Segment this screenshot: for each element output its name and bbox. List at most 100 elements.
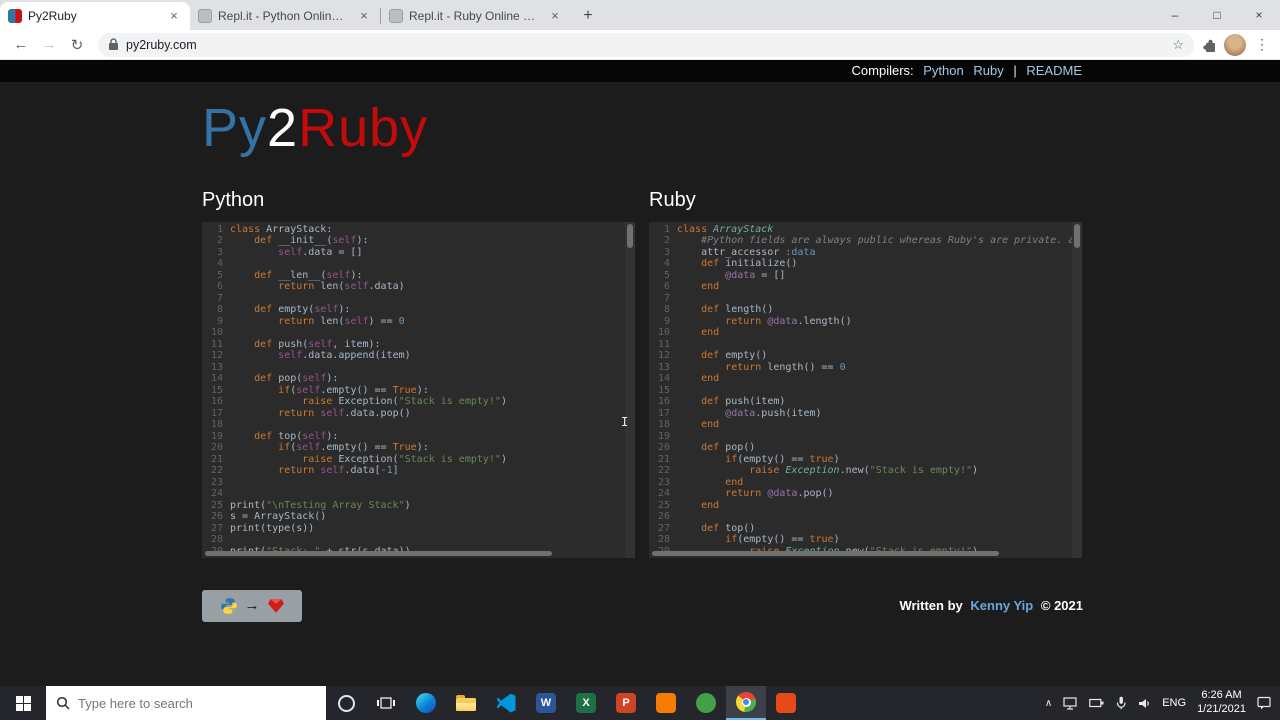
line-number: 4	[216, 258, 223, 270]
ruby-vertical-scrollbar[interactable]	[1072, 221, 1082, 558]
tab-close-icon[interactable]: ×	[547, 8, 563, 24]
code-line: raise Exception("Stack is empty!")	[302, 396, 507, 408]
code-line: return self.data.pop()	[278, 407, 411, 419]
ruby-codearea[interactable]: class ArrayStack #Python fields are alwa…	[677, 222, 1082, 558]
replit-favicon	[389, 9, 403, 23]
clock-date: 1/21/2021	[1197, 703, 1246, 715]
code-line: def top(self):	[254, 430, 339, 442]
taskbar-app-green[interactable]	[686, 686, 726, 720]
minimize-button[interactable]: –	[1154, 0, 1196, 30]
line-number: 2	[216, 235, 223, 247]
battery-icon[interactable]	[1089, 698, 1104, 708]
ruby-panel: Ruby 1 2 3 4 5 6 7 8 9 10 11 12 13 14 15 16 17 18 19 20 21 22…	[649, 189, 1082, 558]
extensions-puzzle-icon[interactable]	[1202, 37, 1218, 53]
line-number: 3	[216, 246, 223, 258]
ruby-editor[interactable]: 1 2 3 4 5 6 7 8 9 10 11 12 13 14 15 16 17 18 19 20 21 22 23 24 2…	[649, 221, 1082, 558]
python-vertical-scrollbar[interactable]	[625, 221, 635, 558]
code-line: #Python fields are always public whereas…	[701, 235, 1082, 247]
line-number: 17	[657, 407, 670, 419]
task-view-button[interactable]	[366, 686, 406, 720]
line-number: 23	[657, 476, 670, 488]
python-horizontal-scrollbar[interactable]	[202, 550, 625, 558]
reload-icon[interactable]: ↻	[64, 36, 90, 54]
line-number: 20	[210, 442, 223, 454]
python-codearea[interactable]: class ArrayStack: def __init__(self): se…	[230, 222, 635, 558]
lock-icon	[109, 38, 118, 50]
taskbar-app-word[interactable]: W	[526, 686, 566, 720]
forward-icon[interactable]: →	[36, 36, 62, 53]
start-button[interactable]	[0, 686, 46, 720]
python-gutter: 1 2 3 4 5 6 7 8 9 10 11 12 13 14 15 16 17 18 19 20 21 22 23 24 2…	[202, 222, 230, 558]
excel-icon: X	[576, 693, 596, 713]
author-link[interactable]: Kenny Yip	[970, 598, 1033, 613]
close-button[interactable]: ×	[1238, 0, 1280, 30]
readme-link[interactable]: README	[1026, 63, 1082, 78]
back-icon[interactable]: ←	[8, 36, 34, 53]
taskbar-app-file-explorer[interactable]	[446, 686, 486, 720]
code-line: def initialize()	[701, 258, 798, 270]
line-number: 6	[663, 281, 670, 293]
taskbar-app-edge[interactable]	[406, 686, 446, 720]
code-line: def empty(self):	[254, 304, 351, 316]
mouse-cursor-ibeam: I	[621, 415, 629, 429]
taskbar-search[interactable]	[46, 686, 326, 720]
volume-icon[interactable]	[1138, 697, 1151, 710]
hidden-icons-chevron[interactable]: ∧	[1045, 698, 1052, 709]
taskbar-clock[interactable]: 6:26 AM 1/21/2021	[1197, 689, 1246, 717]
tab-close-icon[interactable]: ×	[356, 8, 372, 24]
taskbar-app-orange[interactable]	[646, 686, 686, 720]
tab-replit-python[interactable]: Repl.it - Python Online Compiler ×	[190, 2, 380, 30]
browser-menu-icon[interactable]: ⋮	[1252, 36, 1272, 53]
edge-icon	[416, 693, 436, 713]
compilers-label: Compilers:	[851, 63, 914, 78]
code-line: return len(self) == 0	[278, 315, 405, 327]
maximize-button[interactable]: □	[1196, 0, 1238, 30]
line-number: 9	[663, 315, 670, 327]
profile-avatar[interactable]	[1224, 33, 1246, 56]
code-line: return self.data[-1]	[278, 465, 399, 477]
line-number: 20	[657, 442, 670, 454]
action-center-icon[interactable]	[1257, 696, 1272, 710]
code-line: def length()	[701, 304, 774, 316]
python-editor[interactable]: 1 2 3 4 5 6 7 8 9 10 11 12 13 14 15 16 17 18 19 20 21 22 23 24 2…	[202, 221, 635, 558]
taskbar-app-red[interactable]	[766, 686, 806, 720]
cortana-button[interactable]	[326, 686, 366, 720]
taskbar-app-excel[interactable]: X	[566, 686, 606, 720]
line-number: 18	[210, 419, 223, 431]
ruby-gem-icon	[267, 598, 284, 613]
new-tab-button[interactable]: +	[575, 3, 601, 29]
taskbar-app-powerpoint[interactable]: P	[606, 686, 646, 720]
ruby-horizontal-scrollbar[interactable]	[649, 550, 1072, 558]
code-line: def __init__(self):	[254, 235, 369, 247]
taskbar-app-vscode[interactable]	[486, 686, 526, 720]
bookmark-star-icon[interactable]: ☆	[1172, 37, 1184, 53]
language-indicator[interactable]: ENG	[1162, 697, 1186, 709]
red-app-icon	[776, 693, 796, 713]
replit-favicon	[198, 9, 212, 23]
microphone-icon[interactable]	[1115, 696, 1127, 710]
tab-close-icon[interactable]: ×	[166, 8, 182, 24]
address-bar[interactable]: py2ruby.com ☆	[98, 32, 1194, 57]
tab-replit-ruby[interactable]: Repl.it - Ruby Online Compiler & ×	[381, 2, 571, 30]
line-number: 21	[210, 453, 223, 465]
taskbar-app-chrome[interactable]	[726, 686, 766, 720]
url-text: py2ruby.com	[126, 37, 197, 52]
browser-navbar: ← → ↻ py2ruby.com ☆ ⋮	[0, 30, 1280, 60]
tab-py2ruby[interactable]: Py2Ruby ×	[0, 2, 190, 30]
tab-title: Py2Ruby	[28, 9, 77, 23]
code-line: return len(self.data)	[278, 281, 405, 293]
python-compiler-link[interactable]: Python	[923, 63, 963, 78]
code-line: class ArrayStack	[677, 223, 774, 235]
search-input[interactable]	[78, 695, 316, 711]
line-number: 22	[210, 465, 223, 477]
site-logo: Py2Ruby	[202, 98, 429, 158]
search-icon	[56, 696, 70, 710]
network-icon[interactable]	[1063, 696, 1078, 710]
ruby-compiler-link[interactable]: Ruby	[973, 63, 1003, 78]
line-number: 26	[657, 511, 670, 523]
